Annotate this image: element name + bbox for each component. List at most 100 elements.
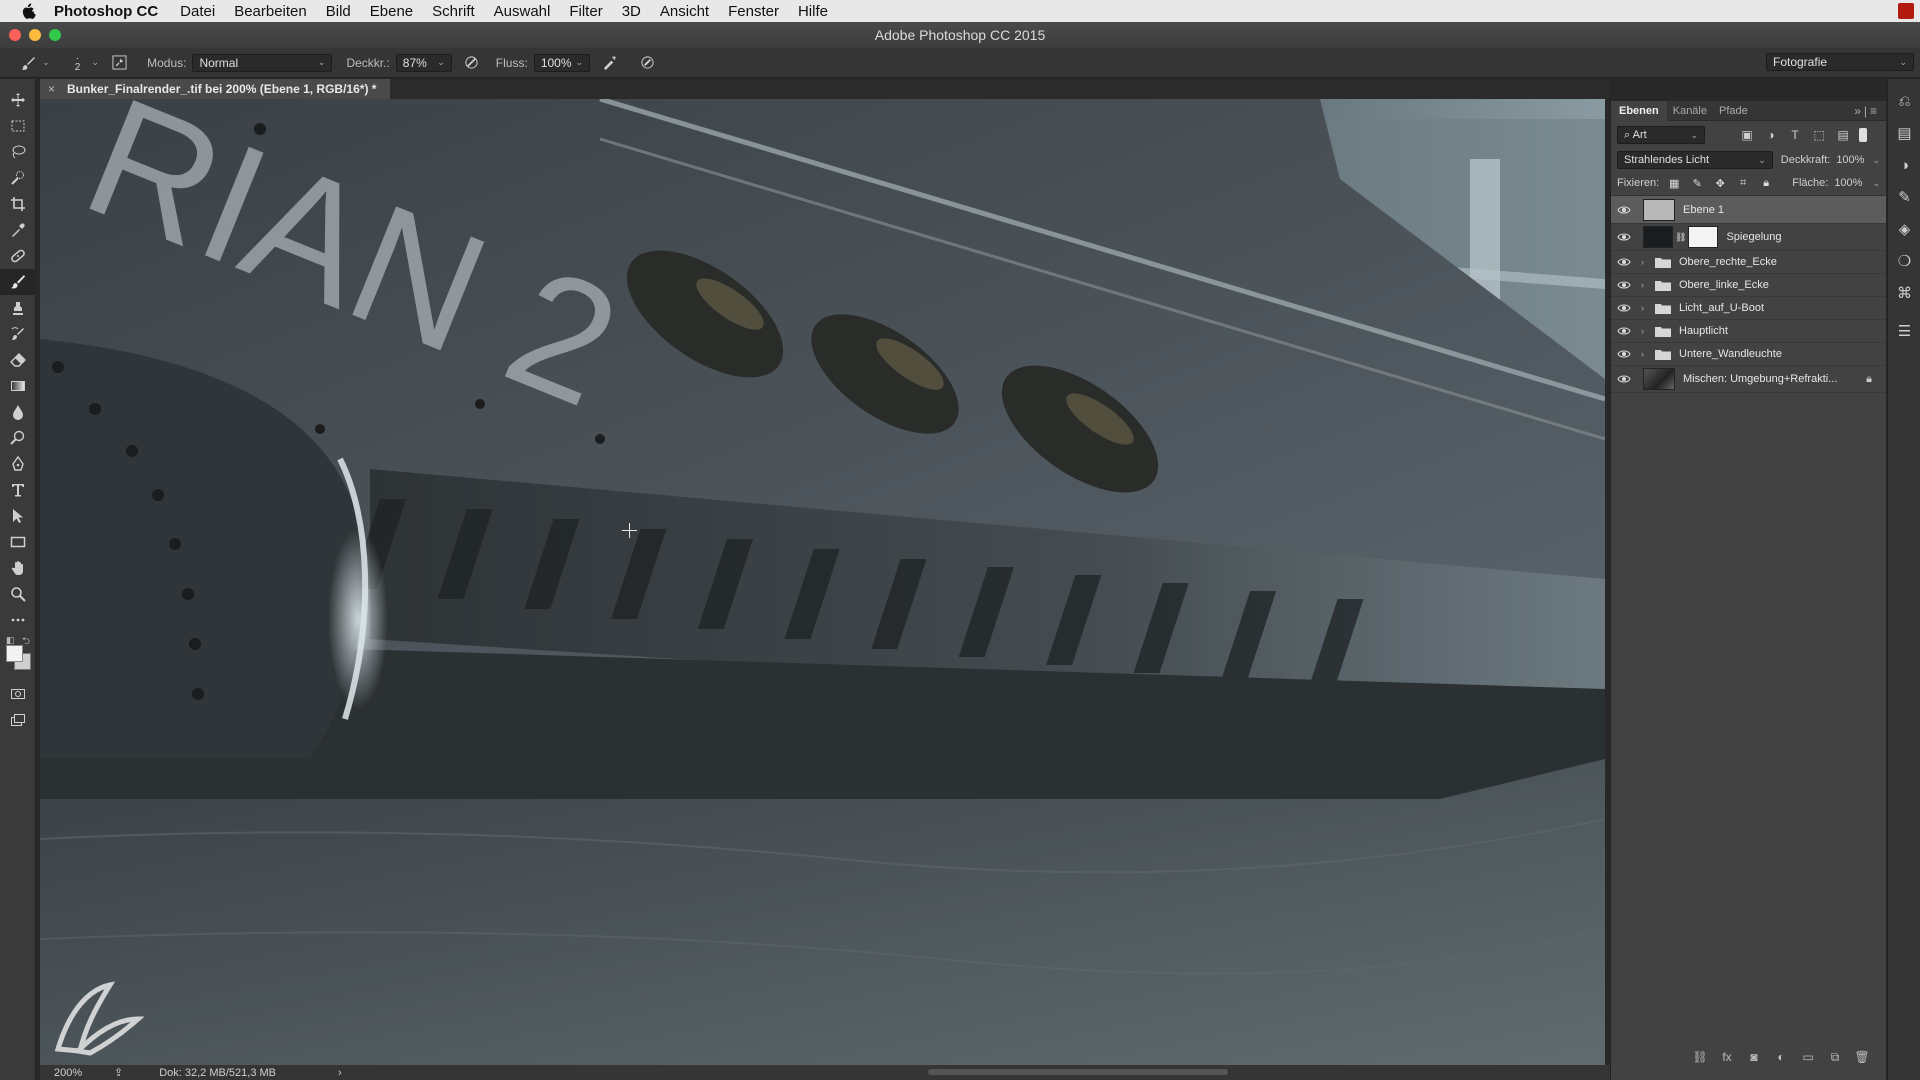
visibility-eye-icon[interactable] — [1611, 205, 1637, 215]
layer-row[interactable]: Ebene 1 — [1611, 196, 1886, 224]
lock-image-pixels-icon[interactable]: ✎ — [1688, 175, 1706, 191]
workspace-select[interactable]: Fotografie ⌄ — [1766, 53, 1914, 71]
layer-row[interactable]: › Licht_auf_U-Boot — [1611, 297, 1886, 320]
menu-hilfe[interactable]: Hilfe — [798, 3, 828, 20]
layer-row[interactable]: › Obere_linke_Ecke — [1611, 274, 1886, 297]
visibility-eye-icon[interactable] — [1611, 257, 1637, 267]
properties-panel-icon[interactable]: ▤ — [1888, 117, 1920, 149]
pressure-size-icon[interactable] — [638, 53, 658, 73]
new-group-icon[interactable]: ▭ — [1799, 1050, 1817, 1064]
healing-brush-tool-icon[interactable] — [0, 243, 36, 269]
menu-filter[interactable]: Filter — [569, 3, 602, 20]
fill-value[interactable]: 100% — [1834, 177, 1862, 189]
zoom-level[interactable]: 200% — [54, 1067, 114, 1079]
channels-panel-icon[interactable]: ❍ — [1888, 245, 1920, 277]
expand-group-chevron-icon[interactable]: › — [1641, 349, 1651, 359]
mask-link-icon[interactable]: ⛓ — [1675, 232, 1686, 243]
gradient-tool-icon[interactable] — [0, 373, 36, 399]
layer-row[interactable]: Mischen: Umgebung+Refrakti... 🔒︎ — [1611, 366, 1886, 393]
zoom-window-button[interactable] — [49, 29, 61, 41]
pixel-layer-filter-icon[interactable]: ▣ — [1737, 126, 1757, 144]
flow-input[interactable]: 100% ⌄ — [533, 53, 590, 72]
brush-tool-icon[interactable] — [0, 269, 36, 295]
smart-object-filter-icon[interactable]: ▤ — [1833, 126, 1853, 144]
quick-selection-tool-icon[interactable] — [0, 165, 36, 191]
apple-icon[interactable] — [18, 0, 40, 22]
horizontal-scrollbar[interactable] — [928, 1069, 1228, 1075]
opacity-input[interactable]: 87% ⌄ — [395, 53, 452, 72]
layer-style-fx-icon[interactable]: fx — [1718, 1050, 1736, 1064]
new-layer-icon[interactable]: ⧉ — [1826, 1050, 1844, 1065]
pressure-opacity-icon[interactable] — [462, 53, 482, 73]
add-mask-icon[interactable]: ◙ — [1745, 1050, 1763, 1064]
lasso-tool-icon[interactable] — [0, 139, 36, 165]
adjustments-panel-icon[interactable]: ◑ — [1888, 149, 1920, 181]
menu-auswahl[interactable]: Auswahl — [494, 3, 551, 20]
menu-3d[interactable]: 3D — [622, 3, 641, 20]
image-canvas[interactable]: RIAN 2 — [40, 99, 1605, 1065]
visibility-eye-icon[interactable] — [1611, 349, 1637, 359]
filter-toggle-switch[interactable] — [1859, 128, 1867, 142]
tab-pfade[interactable]: Pfade — [1713, 101, 1754, 121]
menu-app-name[interactable]: Photoshop CC — [54, 3, 158, 20]
recording-indicator-icon[interactable] — [1898, 3, 1914, 19]
screen-mode-icon[interactable] — [0, 707, 36, 733]
lock-transparency-icon[interactable]: ▦ — [1665, 175, 1683, 191]
rectangle-tool-icon[interactable] — [0, 529, 36, 555]
airbrush-icon[interactable] — [600, 53, 620, 73]
adjustment-layer-filter-icon[interactable]: ◑ — [1761, 126, 1781, 144]
menu-ebene[interactable]: Ebene — [370, 3, 413, 20]
lock-all-icon[interactable]: 🔒︎ — [1757, 175, 1775, 191]
tab-kanaele[interactable]: Kanäle — [1667, 101, 1713, 121]
menu-ansicht[interactable]: Ansicht — [660, 3, 709, 20]
layer-row[interactable]: › Untere_Wandleuchte — [1611, 343, 1886, 366]
chevron-down-icon[interactable]: ⌄ — [42, 57, 50, 68]
marquee-tool-icon[interactable] — [0, 113, 36, 139]
layer-row[interactable]: ⛓ Spiegelung — [1611, 224, 1886, 251]
new-adjustment-layer-icon[interactable]: ◐ — [1772, 1050, 1790, 1064]
expand-group-chevron-icon[interactable]: › — [1641, 257, 1651, 267]
dodge-tool-icon[interactable] — [0, 425, 36, 451]
more-tools-icon[interactable] — [0, 607, 36, 633]
chevron-down-icon[interactable]: ⌄ — [1872, 155, 1880, 166]
history-panel-icon[interactable]: ⎌ — [1888, 85, 1920, 117]
expand-group-chevron-icon[interactable]: › — [1641, 303, 1651, 313]
brush-panel-toggle-icon[interactable] — [109, 53, 129, 73]
layer-row[interactable]: › Hauptlicht — [1611, 320, 1886, 343]
toolbar-grip[interactable] — [0, 79, 35, 87]
visibility-eye-icon[interactable] — [1611, 303, 1637, 313]
swap-colors-icon[interactable]: ⮌ — [22, 634, 30, 651]
hand-tool-icon[interactable] — [0, 555, 36, 581]
menu-datei[interactable]: Datei — [180, 3, 215, 20]
expand-group-chevron-icon[interactable]: › — [1641, 326, 1651, 336]
options-panel-icon[interactable]: ☰ — [1888, 315, 1920, 347]
layer-opacity-value[interactable]: 100% — [1836, 154, 1864, 166]
visibility-eye-icon[interactable] — [1611, 280, 1637, 290]
eyedropper-tool-icon[interactable] — [0, 217, 36, 243]
export-icon[interactable]: ⇪ — [114, 1066, 123, 1079]
blur-tool-icon[interactable] — [0, 399, 36, 425]
move-tool-icon[interactable] — [0, 87, 36, 113]
layer-row[interactable]: › Obere_rechte_Ecke — [1611, 251, 1886, 274]
menu-bearbeiten[interactable]: Bearbeiten — [234, 3, 307, 20]
path-selection-tool-icon[interactable] — [0, 503, 36, 529]
chevron-down-icon[interactable]: ⌄ — [1872, 178, 1880, 189]
chevron-down-icon[interactable]: ⌄ — [92, 57, 100, 68]
type-tool-icon[interactable] — [0, 477, 36, 503]
pen-tool-icon[interactable] — [0, 451, 36, 477]
panel-collapse-and-menu-icon[interactable]: »|≡ — [1854, 104, 1880, 118]
zoom-tool-icon[interactable] — [0, 581, 36, 607]
minimize-window-button[interactable] — [29, 29, 41, 41]
brush-settings-panel-icon[interactable]: ✎ — [1888, 181, 1920, 213]
layers-panel-icon[interactable]: ◈ — [1888, 213, 1920, 245]
shape-layer-filter-icon[interactable]: ⬚ — [1809, 126, 1829, 144]
close-tab-icon[interactable]: × — [48, 82, 55, 96]
filter-kind-select[interactable]: ⌕ Art ⌄ — [1617, 126, 1705, 144]
clone-stamp-tool-icon[interactable] — [0, 295, 36, 321]
quick-mask-icon[interactable] — [0, 681, 36, 707]
type-layer-filter-icon[interactable]: T — [1785, 126, 1805, 144]
brush-preset-icon[interactable] — [18, 53, 38, 73]
paths-panel-icon[interactable]: ⌘ — [1888, 277, 1920, 309]
eraser-tool-icon[interactable] — [0, 347, 36, 373]
delete-layer-icon[interactable]: 🗑︎ — [1853, 1050, 1871, 1064]
